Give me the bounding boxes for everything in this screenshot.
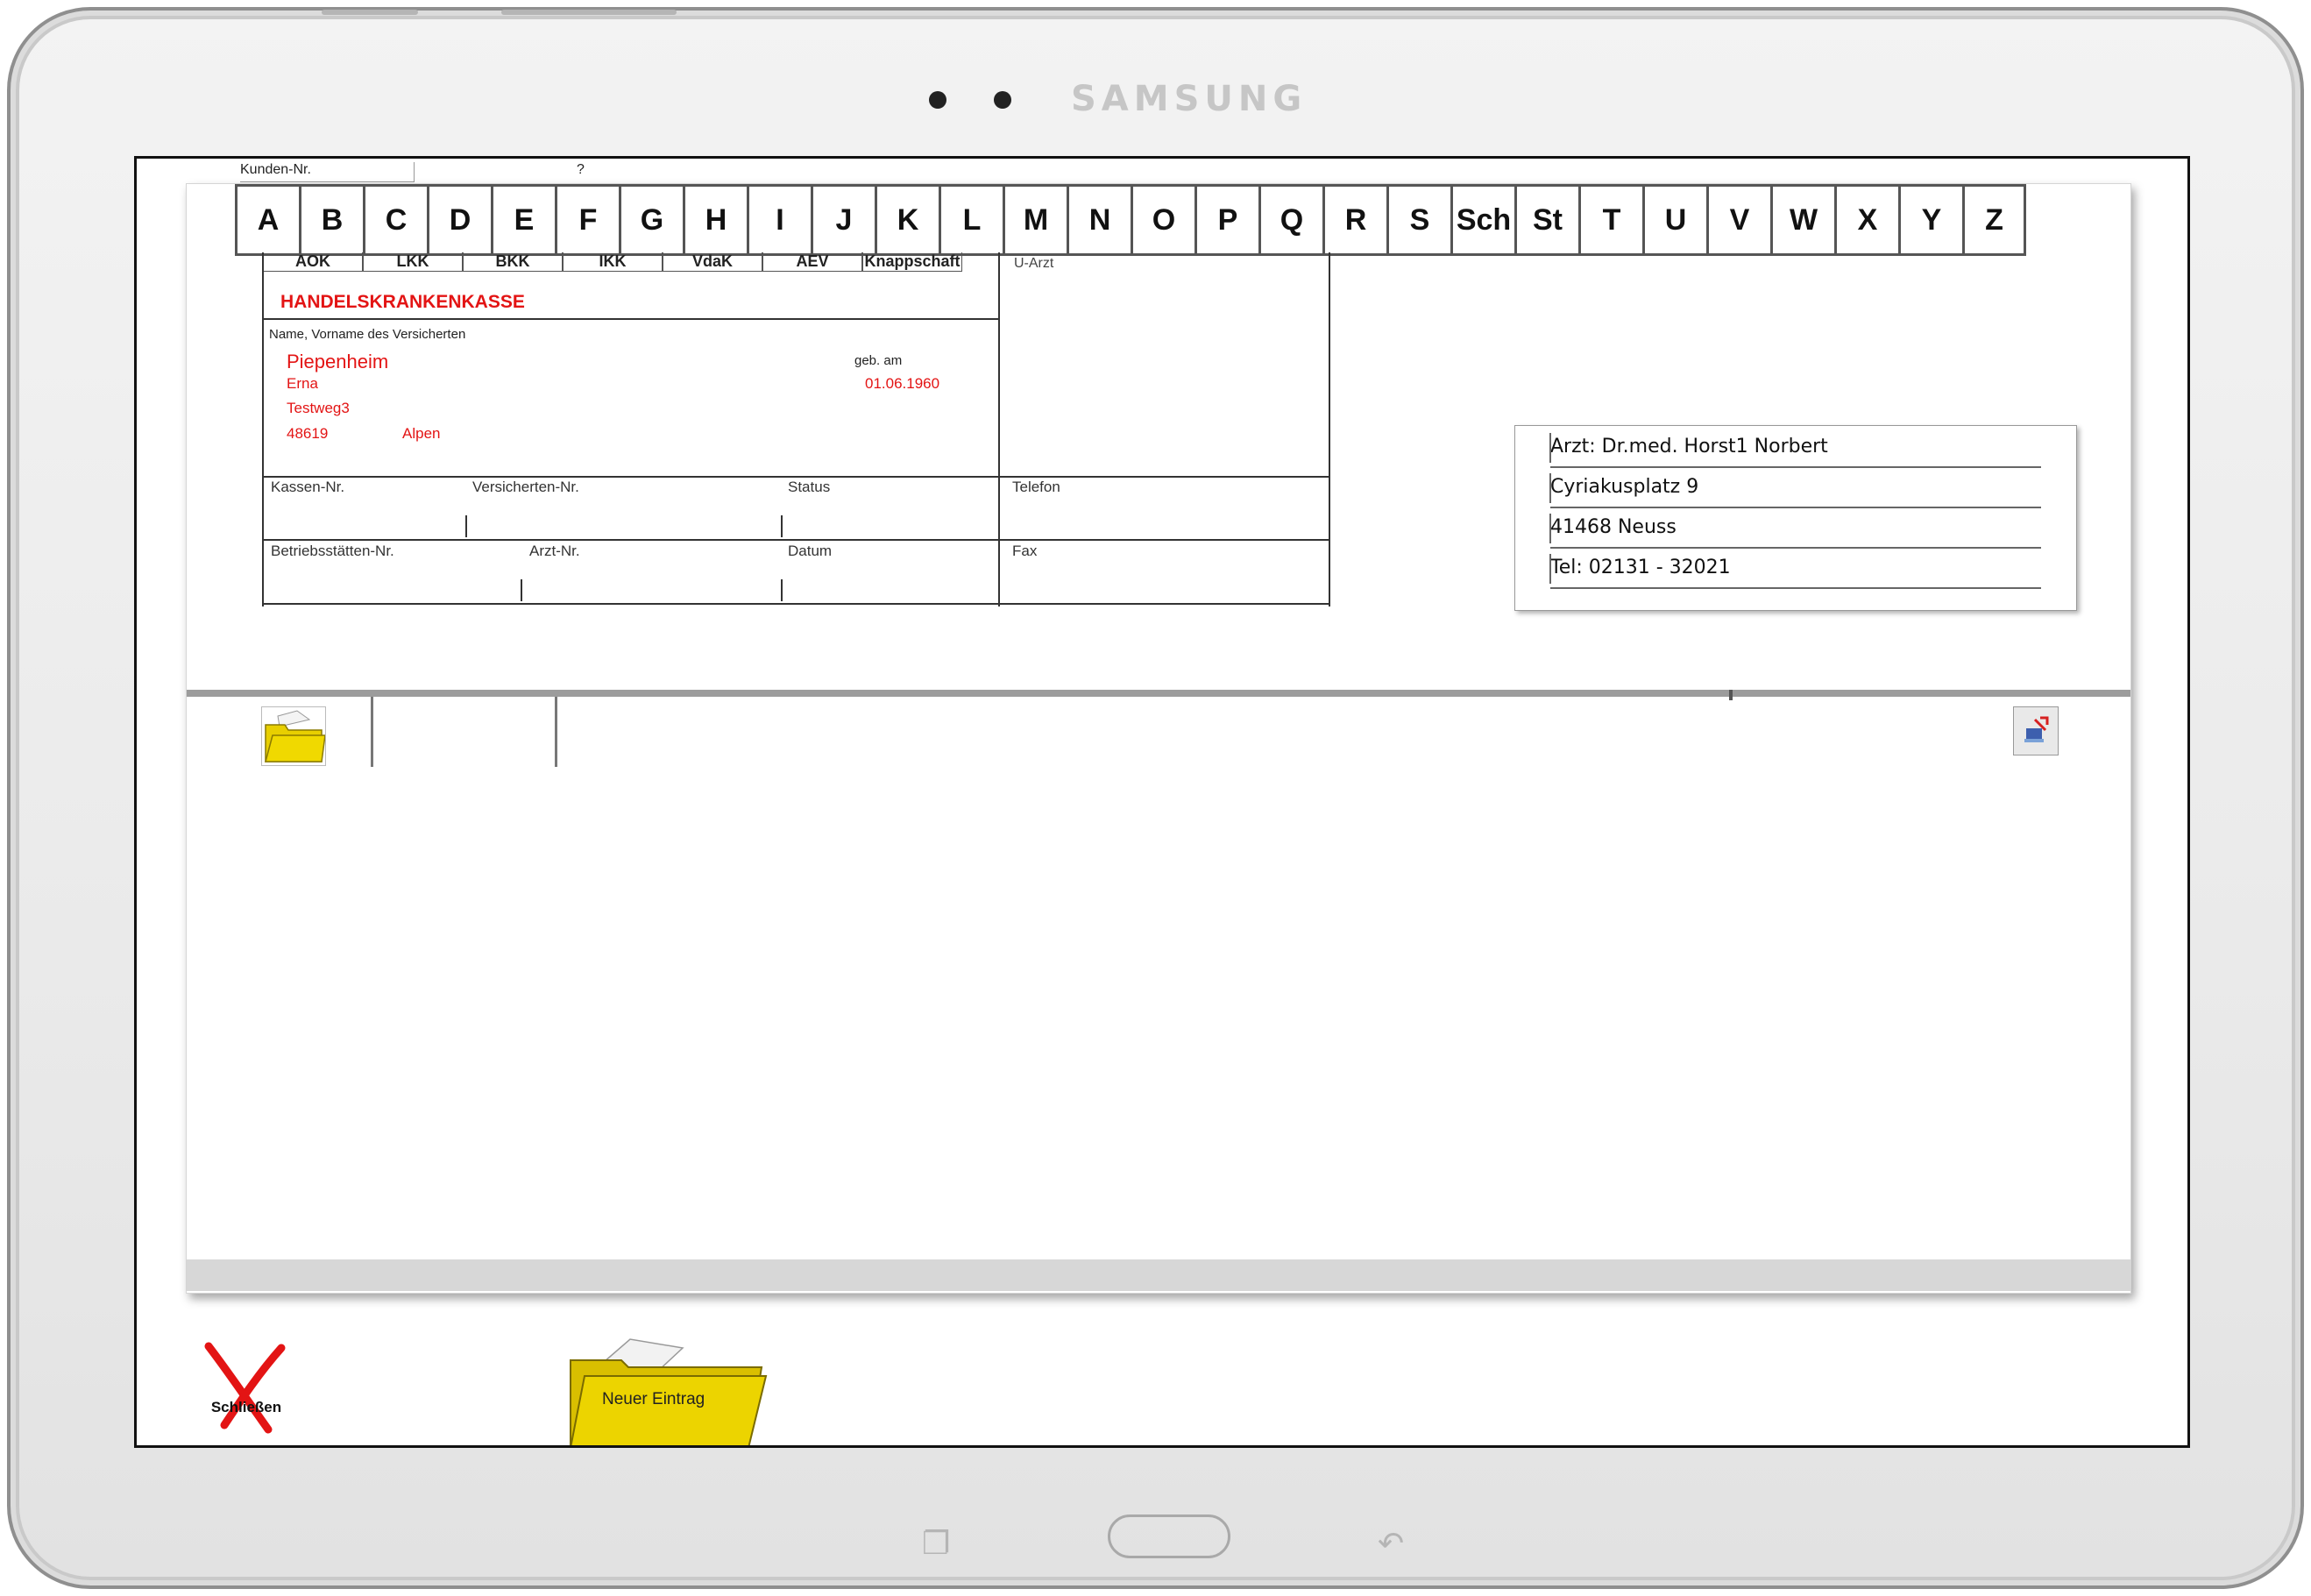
letter-tab[interactable]: C	[363, 187, 427, 253]
fax-label: Fax	[1012, 543, 1038, 559]
arzt-nr-label: Arzt-Nr.	[529, 543, 580, 559]
doctor-street: Cyriakusplatz 9	[1549, 468, 2041, 508]
letter-tab[interactable]: M	[1003, 187, 1067, 253]
letter-tab[interactable]: Z	[1962, 187, 2026, 253]
tablet-frame: SAMSUNG ❐ ↶ Kunden-Nr. ? A B C D E F G H…	[7, 7, 2304, 1589]
letter-tab[interactable]: Q	[1258, 187, 1322, 253]
letter-tab[interactable]: A	[235, 187, 299, 253]
recent-apps-icon[interactable]: ❐	[922, 1525, 950, 1562]
close-icon	[204, 1342, 286, 1434]
letter-tab[interactable]: T	[1578, 187, 1642, 253]
letter-tab[interactable]: St	[1514, 187, 1578, 253]
letter-tab[interactable]: N	[1067, 187, 1131, 253]
patient-firstname: Erna	[287, 375, 318, 392]
patient-lastname: Piepenheim	[287, 351, 389, 372]
kunden-nr-label: Kunden-Nr.	[240, 162, 415, 182]
new-entry-label: Neuer Eintrag	[602, 1390, 705, 1408]
open-folder-icon[interactable]	[261, 706, 326, 766]
patient-dob: 01.06.1960	[865, 375, 940, 392]
letter-tab[interactable]: I	[747, 187, 811, 253]
letter-tab[interactable]: K	[875, 187, 939, 253]
letter-tab[interactable]: J	[811, 187, 875, 253]
close-label: Schließen	[210, 1399, 282, 1415]
list-header-bar	[187, 690, 2130, 697]
power-button	[501, 10, 677, 15]
list-column-marker	[1729, 690, 1733, 700]
list-column-divider	[371, 697, 373, 767]
letter-tab[interactable]: O	[1131, 187, 1194, 253]
close-button[interactable]: Schließen	[198, 1337, 294, 1443]
letter-tab[interactable]: H	[683, 187, 747, 253]
letter-tab[interactable]: Y	[1898, 187, 1962, 253]
brand-logo: SAMSUNG	[1071, 79, 1308, 119]
doctor-stamp: Arzt: Dr.med. Horst1 Norbert Cyriakuspla…	[1514, 425, 2077, 611]
patient-street: Testweg3	[287, 400, 350, 416]
letter-tab[interactable]: X	[1834, 187, 1898, 253]
camera-lens	[994, 91, 1011, 109]
letter-tab[interactable]: E	[491, 187, 555, 253]
letter-tab[interactable]: P	[1194, 187, 1258, 253]
letter-tab[interactable]: U	[1642, 187, 1706, 253]
versicherten-nr-label: Versicherten-Nr.	[472, 479, 579, 495]
name-label: Name, Vorname des Versicherten	[269, 327, 466, 342]
letter-tab[interactable]: R	[1322, 187, 1386, 253]
patient-card-panel: A B C D E F G H I J K L M N O P Q R S Sc…	[186, 183, 2131, 1294]
status-label: Status	[788, 479, 831, 495]
new-entry-button[interactable]: Neuer Eintrag	[569, 1336, 770, 1445]
letter-tab[interactable]: V	[1706, 187, 1770, 253]
patient-zip: 48619	[287, 425, 329, 442]
home-button[interactable]	[1108, 1514, 1230, 1558]
patient-city: Alpen	[402, 425, 441, 442]
letter-tab[interactable]: Sch	[1450, 187, 1514, 253]
doctor-phone: Tel: 02131 - 32021	[1549, 549, 2041, 589]
letter-tab[interactable]: F	[555, 187, 619, 253]
kassen-nr-label: Kassen-Nr.	[271, 479, 345, 495]
insurance-card: HANDELSKRANKENKASSE Name, Vorname des Ve…	[262, 252, 1369, 606]
letter-tab[interactable]: S	[1386, 187, 1450, 253]
letter-tab[interactable]: G	[619, 187, 683, 253]
letter-tab[interactable]: L	[939, 187, 1003, 253]
volume-button	[322, 10, 418, 15]
list-footer-bar	[187, 1259, 2130, 1291]
doctor-name: Arzt: Dr.med. Horst1 Norbert	[1549, 428, 2041, 468]
letter-tab[interactable]: D	[427, 187, 491, 253]
telefon-label: Telefon	[1012, 479, 1060, 495]
kunden-nr-value: ?	[577, 162, 585, 177]
insurance-name: HANDELSKRANKENKASSE	[280, 292, 525, 312]
alphabet-index: A B C D E F G H I J K L M N O P Q R S Sc…	[235, 184, 2026, 256]
letter-tab[interactable]: W	[1770, 187, 1834, 253]
letter-tab[interactable]: B	[299, 187, 363, 253]
list-column-divider	[555, 697, 557, 767]
export-icon	[2024, 716, 2049, 742]
screen: Kunden-Nr. ? A B C D E F G H I J K L M N…	[134, 156, 2190, 1448]
back-icon[interactable]: ↶	[1378, 1525, 1404, 1562]
export-button[interactable]	[2013, 706, 2059, 755]
datum-label: Datum	[788, 543, 833, 559]
betriebsstaetten-nr-label: Betriebsstätten-Nr.	[271, 543, 394, 559]
camera-sensor	[929, 91, 946, 109]
doctor-city: 41468 Neuss	[1549, 508, 2041, 549]
dob-label: geb. am	[854, 353, 903, 368]
